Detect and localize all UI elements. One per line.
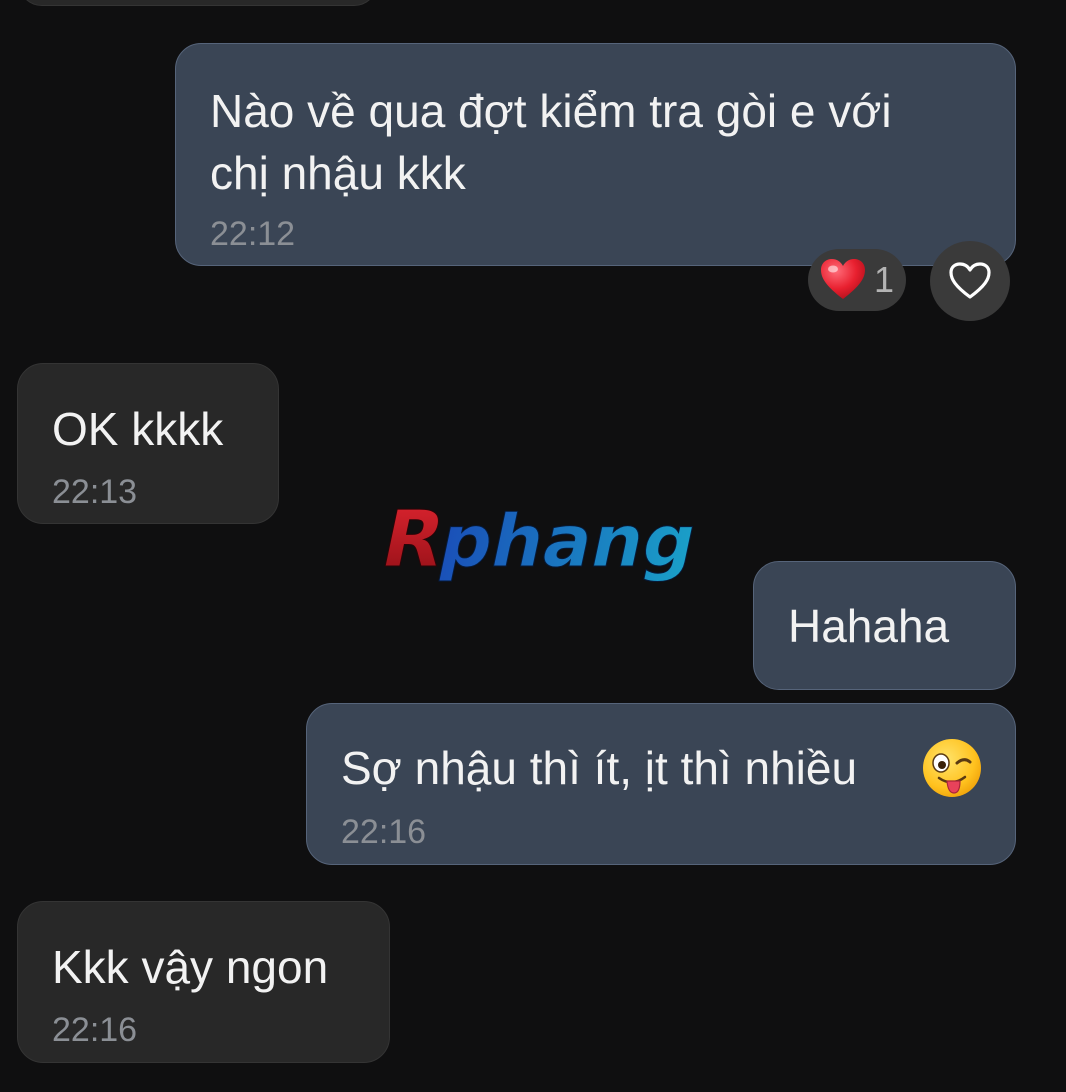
message-timestamp: 22:12 <box>210 215 296 253</box>
partial-incoming-bubble[interactable] <box>18 0 378 6</box>
message-text: Hahaha <box>788 600 950 652</box>
reaction-count: 1 <box>874 259 895 300</box>
message-timestamp: 22:13 <box>52 473 138 511</box>
message-text: Kkk vậy ngon <box>52 941 329 993</box>
message-text-line: chị nhậu kkk <box>210 147 466 199</box>
outgoing-message-bubble[interactable]: Sợ nhậu thì ít, ịt thì nhiều 22:16 <box>306 703 1016 865</box>
chat-thread: Nào về qua đợt kiểm tra gòi e với chị nh… <box>0 0 1066 1092</box>
message-text: OK kkkk <box>52 403 224 455</box>
outgoing-message-bubble[interactable]: Nào về qua đợt kiểm tra gòi e với chị nh… <box>175 43 1016 266</box>
outgoing-message-bubble[interactable]: Hahaha <box>753 561 1016 690</box>
heart-emoji-icon <box>821 259 865 299</box>
message-timestamp: 22:16 <box>52 1011 138 1049</box>
incoming-message-bubble[interactable]: OK kkkk 22:13 <box>17 363 279 524</box>
add-reaction-button[interactable] <box>930 241 1010 321</box>
heart-outline-icon <box>949 262 991 299</box>
reaction-summary[interactable]: 1 <box>808 249 906 311</box>
watermark-logo: R phang <box>373 500 702 585</box>
svg-text:phang: phang <box>432 500 702 584</box>
message-text: Sợ nhậu thì ít, ịt thì nhiều <box>341 742 858 794</box>
message-text-line: Nào về qua đợt kiểm tra gòi e với <box>210 85 892 137</box>
incoming-message-bubble[interactable]: Kkk vậy ngon 22:16 <box>17 901 390 1063</box>
message-timestamp: 22:16 <box>341 813 427 851</box>
winking-tongue-emoji-icon <box>923 739 981 797</box>
